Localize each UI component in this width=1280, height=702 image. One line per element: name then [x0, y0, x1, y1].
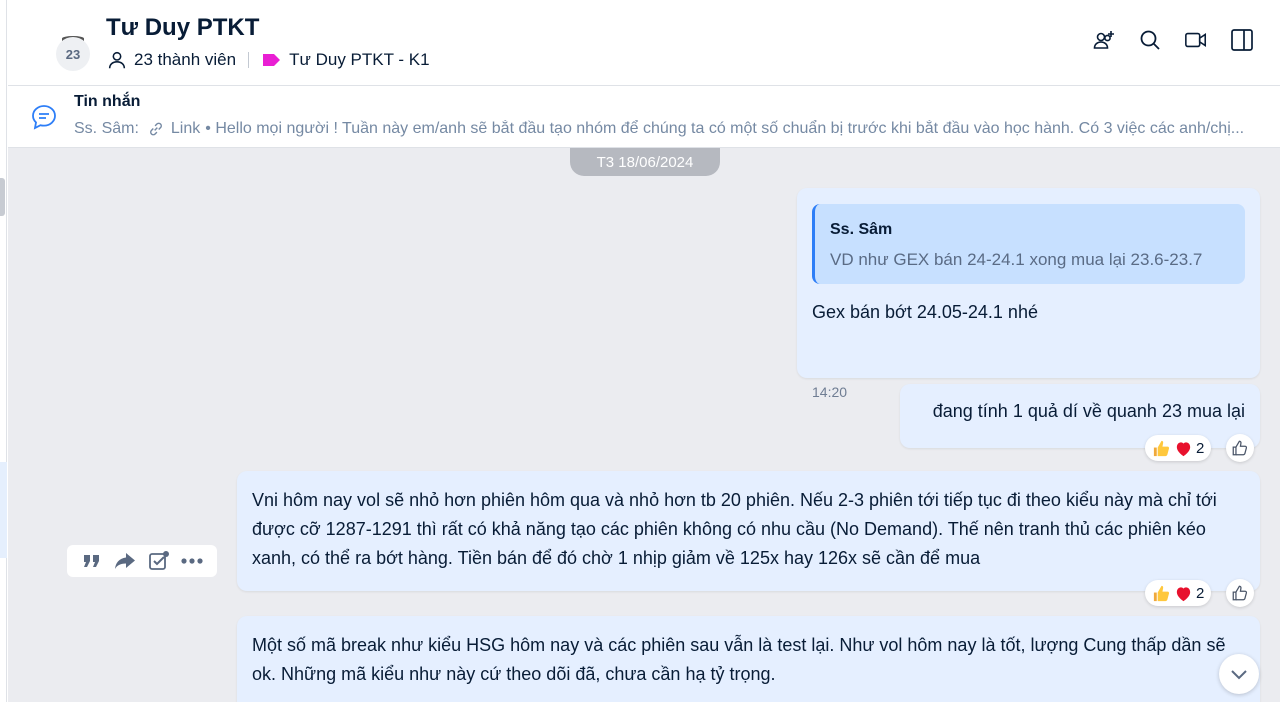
tag-icon [263, 54, 281, 66]
chat-header: 23 Tư Duy PTKT 23 thành viên Tư Duy PTKT… [8, 0, 1280, 86]
message-bubble[interactable]: Một số mã break như kiểu HSG hôm nay và … [237, 616, 1260, 702]
message-bubble[interactable]: Ss. Sâm VD như GEX bán 24-24.1 xong mua … [797, 188, 1260, 400]
quoted-message[interactable]: Ss. Sâm VD như GEX bán 24-24.1 xong mua … [812, 204, 1245, 284]
thumbs-up-emoji-icon [1153, 440, 1170, 456]
message-bubble[interactable]: Vni hôm nay vol sẽ nhỏ hơn phiên hôm qua… [237, 471, 1260, 591]
pinned-text: • Hello mọi người ! Tuần này em/anh sẽ b… [205, 120, 1245, 137]
scroll-marker [0, 178, 5, 216]
search-icon [1140, 30, 1160, 50]
forward-icon [115, 553, 136, 569]
message-text: Một số mã break như kiểu HSG hôm nay và … [252, 635, 1226, 684]
chat-bubble-icon [32, 105, 56, 130]
quote-sender: Ss. Sâm [830, 221, 893, 238]
react-like-button[interactable] [1226, 434, 1254, 462]
message-text: đang tính 1 quả dí về quanh 23 mua lại [932, 401, 1245, 421]
left-edge-strip [0, 0, 7, 702]
quote-text: VD như GEX bán 24-24.1 xong mua lại 23.6… [830, 250, 1203, 269]
message-hover-actions [67, 545, 217, 577]
thumbs-up-icon [1232, 440, 1248, 456]
add-member-icon [1093, 31, 1114, 49]
pinned-title: Tin nhắn [74, 93, 141, 110]
task-edit-icon [148, 551, 169, 570]
group-title[interactable]: Tư Duy PTKT [106, 14, 259, 42]
message-text: Vni hôm nay vol sẽ nhỏ hơn phiên hôm qua… [252, 490, 1217, 568]
reaction-summary[interactable]: 2 [1145, 435, 1212, 461]
reaction-summary[interactable]: 2 [1145, 580, 1212, 606]
add-member-button[interactable] [1092, 26, 1116, 54]
thumbs-up-icon [1232, 585, 1248, 601]
heart-emoji-icon [1176, 441, 1191, 456]
more-dots-icon [181, 558, 203, 564]
quote-icon [83, 555, 99, 567]
person-icon [108, 51, 126, 69]
pinned-link-label[interactable]: Link [171, 120, 200, 138]
add-task-button[interactable] [146, 548, 172, 574]
reaction-count: 2 [1196, 439, 1205, 457]
meta-divider [248, 52, 250, 68]
chevron-down-icon [1231, 670, 1247, 680]
video-call-button[interactable] [1184, 26, 1208, 54]
pinned-preview: Ss. Sâm: Link • Hello mọi người ! Tuần n… [74, 120, 1254, 138]
heart-emoji-icon [1176, 586, 1191, 601]
sidebar-toggle-icon [1231, 29, 1253, 51]
quote-button[interactable] [79, 548, 105, 574]
selected-row-marker [0, 462, 7, 558]
search-button[interactable] [1138, 26, 1162, 54]
message-time: 14:20 [812, 384, 848, 400]
link-icon [149, 122, 162, 136]
scroll-to-bottom-button[interactable] [1219, 654, 1259, 694]
sidebar-toggle-button[interactable] [1230, 26, 1254, 54]
chat-area[interactable]: T3 18/06/2024 Ss. Sâm VD như GEX bán 24-… [8, 148, 1280, 702]
forward-button[interactable] [112, 548, 138, 574]
group-avatar[interactable]: 23 [56, 37, 90, 71]
react-like-button[interactable] [1226, 579, 1254, 607]
date-separator: T3 18/06/2024 [570, 148, 720, 176]
more-options-button[interactable] [179, 548, 205, 574]
pinned-sender: Ss. Sâm: [74, 120, 139, 137]
message-text: Gex bán bớt 24.05-24.1 nhé [812, 302, 1038, 322]
reaction-count: 2 [1196, 584, 1205, 602]
thumbs-up-emoji-icon [1153, 585, 1170, 601]
header-actions [1092, 26, 1254, 54]
pinned-message-bar[interactable]: Tin nhắn Ss. Sâm: Link • Hello mọi người… [8, 86, 1280, 148]
member-count[interactable]: 23 thành viên [134, 50, 236, 70]
group-tag-label[interactable]: Tư Duy PTKT - K1 [289, 50, 429, 70]
video-call-icon [1185, 32, 1207, 48]
group-meta: 23 thành viên Tư Duy PTKT - K1 [106, 48, 430, 72]
